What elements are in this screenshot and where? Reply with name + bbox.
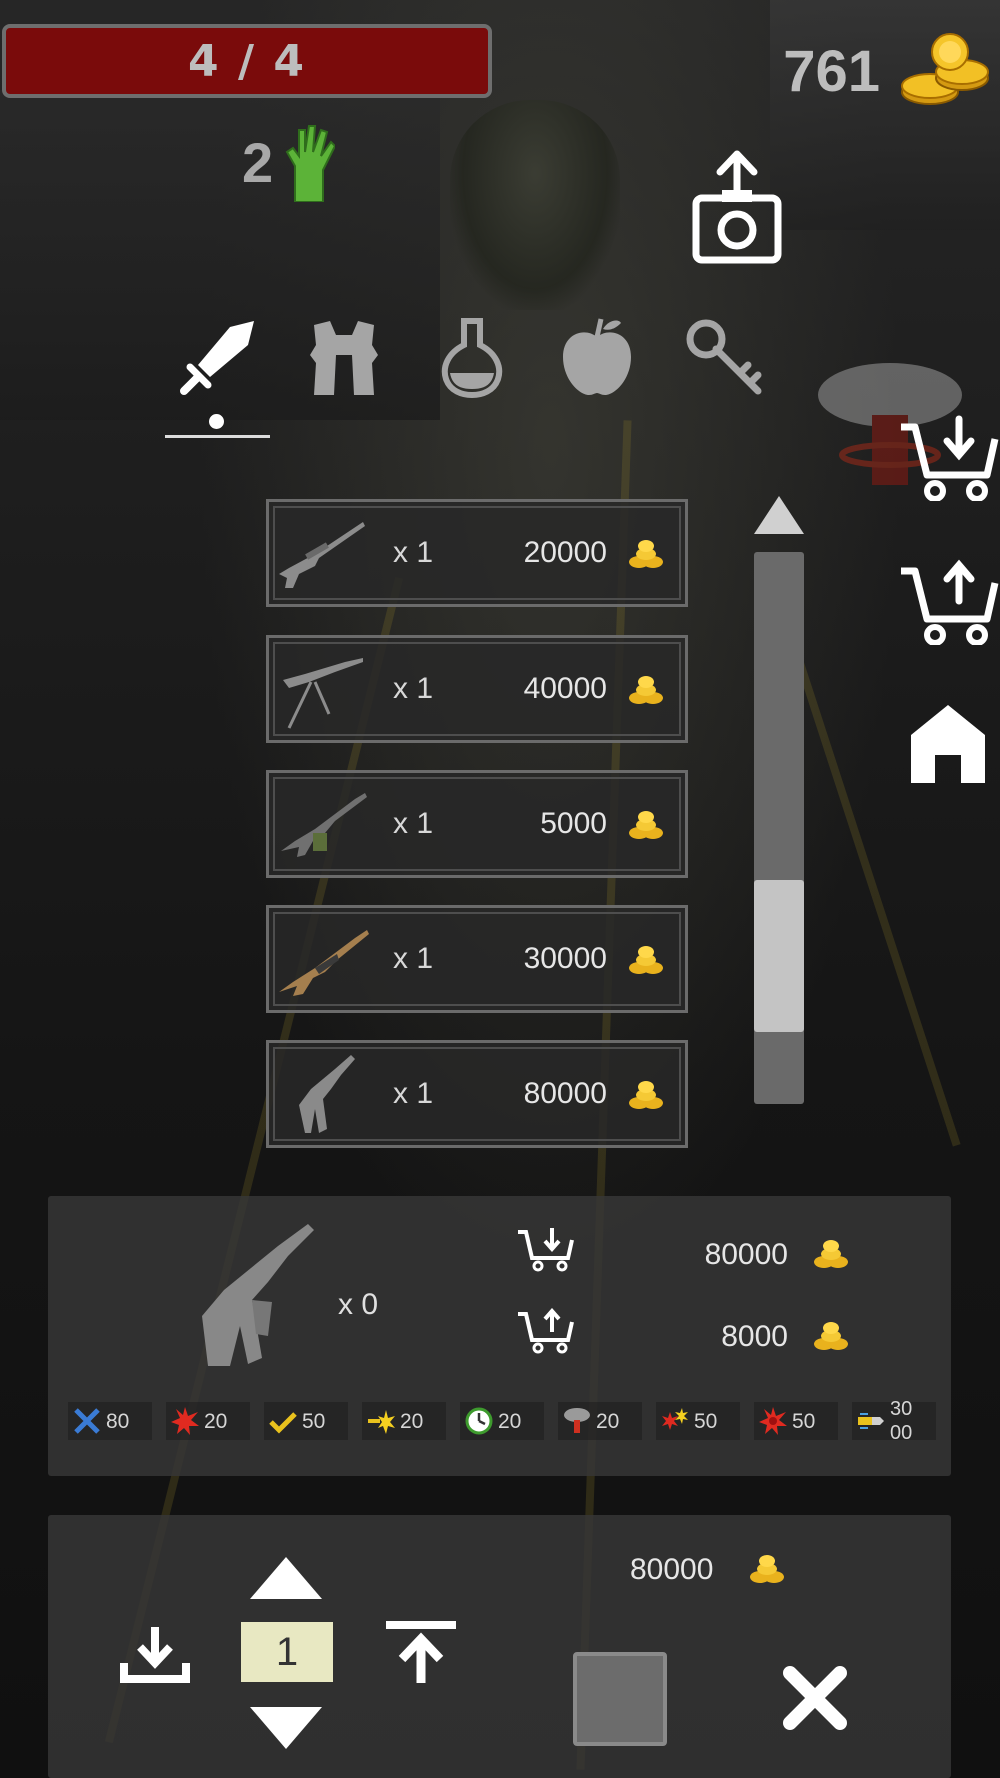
purchase-panel: 80000 1	[48, 1515, 951, 1778]
background-monster	[450, 100, 620, 310]
item-price: 80000	[523, 1077, 607, 1110]
bullet-burst-icon	[368, 1410, 395, 1434]
zombie-hand-icon	[285, 125, 336, 202]
coin-stack-icon	[629, 811, 663, 839]
tab-keys[interactable]	[682, 312, 766, 402]
max-quantity-icon[interactable]	[384, 1619, 458, 1685]
sell-mode-button[interactable]	[896, 556, 1000, 648]
stat-damage: 80	[68, 1402, 152, 1440]
sell-price: 8000	[721, 1320, 788, 1353]
coin-stack-icon	[629, 946, 663, 974]
health-text: 4 / 4	[188, 35, 306, 87]
coin-stack-icon	[814, 1322, 848, 1350]
tab-armor[interactable]	[302, 312, 386, 402]
home-button[interactable]	[896, 696, 1000, 788]
stat-reload: 20	[460, 1402, 544, 1440]
tab-potions[interactable]	[430, 312, 514, 402]
crossed-swords-icon	[74, 1408, 100, 1434]
item-price: 5000	[540, 807, 607, 840]
light-machine-gun-icon	[281, 793, 367, 857]
item-stats: 80 20 50 20 20 20 50 50 3000	[68, 1398, 936, 1444]
stat-ammo: 3000	[852, 1398, 936, 1444]
item-quantity: x 1	[393, 672, 434, 705]
min-quantity-icon[interactable]	[118, 1625, 192, 1687]
camera-upload-icon[interactable]	[690, 150, 785, 268]
smg-icon	[299, 1055, 355, 1133]
tab-weapons[interactable]	[176, 312, 260, 402]
check-icon	[269, 1412, 297, 1434]
coin-stack-icon	[814, 1240, 848, 1268]
kill-counter: 2	[242, 122, 336, 202]
shop-item[interactable]: x 1 40000	[266, 635, 688, 743]
flask-icon	[441, 318, 503, 399]
cart-download-icon[interactable]	[516, 1226, 576, 1272]
apple-icon	[563, 318, 631, 395]
decrease-quantity-arrow[interactable]	[248, 1705, 324, 1751]
selected-tab-indicator	[209, 414, 224, 429]
close-icon[interactable]	[782, 1665, 848, 1731]
assault-rifle-icon	[279, 930, 369, 996]
timer-icon	[465, 1407, 493, 1435]
scroll-up-arrow[interactable]	[752, 494, 806, 536]
quantity-display[interactable]: 1	[241, 1622, 333, 1682]
item-quantity: x 1	[393, 807, 434, 840]
coin-stack-icon	[629, 1081, 663, 1109]
stat-fire-rate: 20	[362, 1402, 446, 1440]
health-bar: 4 / 4	[2, 24, 492, 98]
shop-item[interactable]: x 1 20000	[266, 499, 688, 607]
purchase-total: 80000	[630, 1553, 714, 1586]
stat-accuracy: 50	[264, 1402, 348, 1440]
double-burst-icon	[662, 1408, 688, 1430]
machine-gun-icon	[283, 658, 363, 729]
stat-blast: 20	[166, 1402, 250, 1440]
stat-nuke: 20	[558, 1402, 642, 1440]
explosion-icon	[171, 1407, 199, 1435]
key-icon	[686, 319, 762, 395]
item-price: 20000	[523, 536, 607, 569]
item-detail-panel: x 0 80000 8000 80 20 50 20 20 20 50 50 3…	[48, 1196, 951, 1476]
coin-count: 761	[783, 38, 880, 104]
coin-counter: 761	[783, 30, 990, 112]
item-price: 30000	[523, 942, 607, 975]
kill-count: 2	[242, 130, 274, 194]
sniper-rifle-icon	[279, 522, 365, 588]
item-quantity: x 1	[393, 942, 434, 975]
cart-upload-icon	[901, 559, 999, 645]
red-burst-icon	[759, 1407, 787, 1435]
selected-tab-underline	[165, 435, 270, 438]
scrollbar-thumb[interactable]	[754, 880, 804, 1032]
coin-stack-icon	[750, 1555, 784, 1583]
sword-icon	[180, 321, 254, 395]
buy-mode-button[interactable]	[896, 412, 1000, 504]
stat-critical: 50	[754, 1402, 838, 1440]
vest-icon	[310, 321, 378, 395]
tab-food[interactable]	[555, 312, 639, 402]
shop-item[interactable]: x 1 80000	[266, 1040, 688, 1148]
stat-spread: 50	[656, 1402, 740, 1440]
shop-item[interactable]: x 1 30000	[266, 905, 688, 1013]
increase-quantity-arrow[interactable]	[248, 1555, 324, 1601]
coin-stack-icon	[629, 540, 663, 568]
coin-stack-icon	[901, 33, 989, 105]
coin-stack-icon	[629, 676, 663, 704]
cart-upload-icon[interactable]	[516, 1308, 576, 1354]
ammo-icon	[858, 1413, 884, 1429]
item-quantity: x 1	[393, 1077, 434, 1110]
smg-icon	[202, 1224, 314, 1366]
confirm-purchase-button[interactable]	[573, 1652, 667, 1746]
owned-quantity: x 0	[338, 1288, 379, 1321]
shop-item[interactable]: x 1 5000	[266, 770, 688, 878]
home-icon	[911, 705, 985, 783]
item-price: 40000	[523, 672, 607, 705]
item-quantity: x 1	[393, 536, 434, 569]
buy-price: 80000	[704, 1238, 788, 1271]
cart-download-icon	[901, 415, 999, 501]
nuke-icon	[564, 1408, 590, 1433]
